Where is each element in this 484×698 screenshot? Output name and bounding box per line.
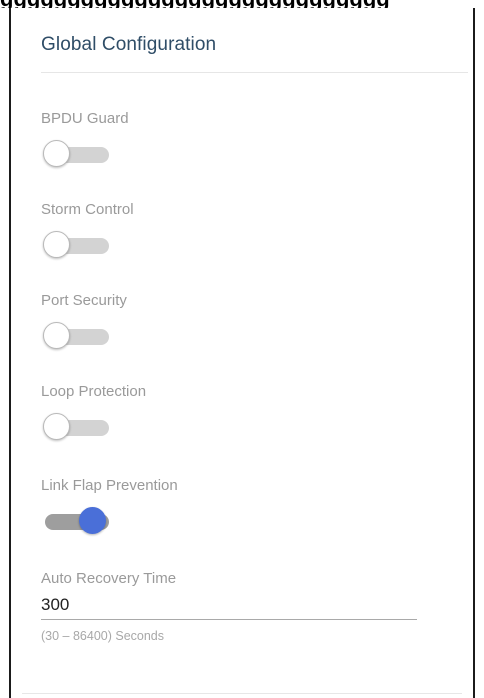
loop-protection-toggle[interactable]	[41, 413, 111, 441]
setting-link-flap-prevention: Link Flap Prevention	[41, 477, 178, 535]
panel-footer-divider	[22, 693, 462, 694]
bpdu-guard-toggle[interactable]	[41, 140, 111, 168]
setting-loop-protection: Loop Protection	[41, 383, 146, 441]
setting-bpdu-guard: BPDU Guard	[41, 110, 129, 168]
auto-recovery-time-hint: (30 – 86400) Seconds	[41, 629, 165, 643]
toggle-knob	[43, 231, 70, 258]
setting-port-security: Port Security	[41, 292, 127, 350]
toggle-knob	[43, 413, 70, 440]
setting-auto-recovery-time: Auto Recovery Time 300 (30 – 86400) Seco…	[41, 570, 417, 643]
loop-protection-label: Loop Protection	[41, 383, 147, 400]
toggle-knob	[79, 507, 106, 534]
panel-title: Global Configuration	[41, 34, 217, 55]
global-configuration-panel: Global Configuration BPDU Guard Storm Co…	[9, 8, 475, 698]
input-underline	[41, 619, 417, 620]
port-security-label: Port Security	[41, 292, 127, 309]
toggle-knob	[43, 322, 70, 349]
link-flap-prevention-label: Link Flap Prevention	[41, 477, 178, 494]
toggle-knob	[43, 140, 70, 167]
link-flap-prevention-toggle[interactable]	[41, 507, 111, 535]
bpdu-guard-label: BPDU Guard	[41, 110, 129, 127]
storm-control-toggle[interactable]	[41, 231, 111, 259]
port-security-toggle[interactable]	[41, 322, 111, 350]
auto-recovery-time-label: Auto Recovery Time	[41, 570, 177, 587]
title-divider	[41, 72, 468, 73]
auto-recovery-time-input[interactable]: 300	[41, 595, 417, 615]
previous-section-heading-clip: ggggggggggggggggggggggggggggg	[0, 0, 484, 8]
setting-storm-control: Storm Control	[41, 201, 134, 259]
storm-control-label: Storm Control	[41, 201, 134, 218]
